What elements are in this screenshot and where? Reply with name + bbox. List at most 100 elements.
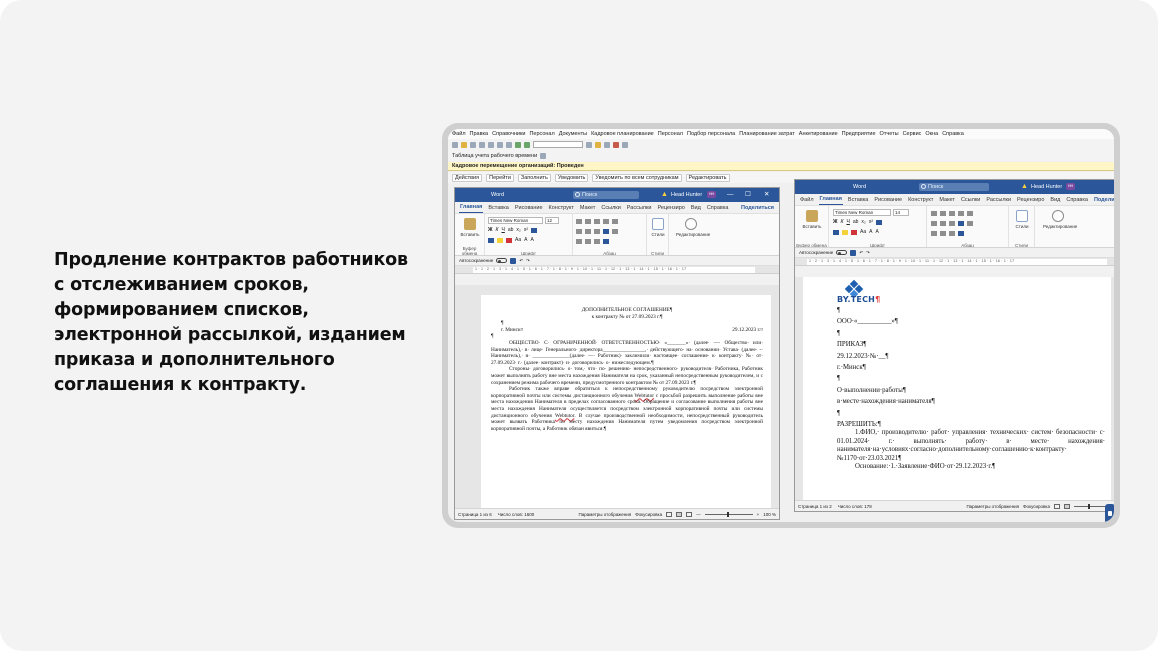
shading-icon[interactable]	[576, 239, 582, 244]
ribbon-tab[interactable]: Конструкт	[548, 204, 575, 213]
editing-button[interactable]: Редактирование	[1043, 224, 1077, 229]
borders-icon[interactable]	[940, 231, 946, 236]
focus-mode[interactable]: Фокусировка	[635, 512, 662, 517]
styles-icon[interactable]	[1016, 210, 1028, 222]
shrink-font-icon[interactable]: A	[530, 237, 533, 243]
strikethrough-icon[interactable]: ab	[853, 219, 859, 225]
subwindow-action-button[interactable]: Действия	[452, 173, 483, 182]
word-count[interactable]: Число слов: 1600	[498, 512, 535, 517]
align-left-icon[interactable]	[576, 229, 582, 234]
redo-icon[interactable]: ↷	[526, 258, 530, 264]
zoom-in-button[interactable]: +	[757, 512, 760, 517]
highlight-icon[interactable]	[497, 238, 503, 243]
shading-icon[interactable]	[931, 231, 937, 236]
zoom-out-button[interactable]: —	[696, 512, 701, 517]
text-effects-icon[interactable]	[833, 230, 839, 235]
calc-icon[interactable]	[595, 141, 601, 148]
avatar[interactable]: HH	[707, 191, 716, 198]
new-icon[interactable]	[452, 141, 458, 148]
ribbon-tab[interactable]: Файл	[799, 196, 815, 205]
warning-icon[interactable]: ▲	[1021, 183, 1028, 190]
read-mode-icon[interactable]	[666, 511, 673, 517]
menu-item[interactable]: Файл	[452, 131, 466, 137]
menu-item[interactable]: Кадровое планирование	[591, 131, 654, 137]
change-case-icon[interactable]: Aa	[515, 237, 521, 243]
menu-item[interactable]: Окна	[925, 131, 938, 137]
share-button[interactable]: Поделиться	[740, 204, 775, 213]
taskbar-app-icon[interactable]	[1105, 504, 1114, 522]
ribbon-tab[interactable]: Главная	[818, 195, 843, 205]
align-center-icon[interactable]	[940, 221, 946, 226]
dropdown-icon[interactable]	[540, 152, 547, 159]
subwindow-action-button[interactable]: Уведомить	[554, 173, 589, 182]
sort-icon[interactable]	[949, 231, 955, 236]
zoom-level[interactable]: 100 %	[763, 512, 776, 517]
share-button[interactable]: Подели	[1093, 196, 1114, 205]
line-spacing-icon[interactable]	[967, 221, 973, 226]
clear-format-icon[interactable]	[531, 228, 538, 233]
ribbon-tab[interactable]: Рецензиро	[1016, 196, 1045, 205]
menu-item[interactable]: Справка	[942, 131, 964, 137]
change-case-icon[interactable]: Aa	[860, 229, 866, 235]
timesheet-label[interactable]: Таблица учета рабочего времени	[452, 153, 537, 159]
pilcrow-icon[interactable]	[603, 239, 609, 244]
warning-icon[interactable]: ▲	[661, 191, 668, 198]
justify-icon[interactable]	[603, 229, 609, 234]
strikethrough-icon[interactable]: ab	[508, 227, 514, 233]
menu-item[interactable]: Правка	[470, 131, 489, 137]
ribbon-tab[interactable]: Главная	[459, 203, 484, 213]
ribbon-tab[interactable]: Справка	[1065, 196, 1089, 205]
subwindow-action-button[interactable]: Перейти	[486, 173, 514, 182]
menu-item[interactable]: Персонал	[658, 131, 683, 137]
undo-icon[interactable]	[515, 141, 521, 148]
styles-button[interactable]: Стили	[1007, 224, 1037, 229]
justify-icon[interactable]	[958, 221, 964, 226]
search-box[interactable]: Поиск	[919, 183, 989, 191]
bullets-icon[interactable]	[576, 219, 582, 224]
font-color-icon[interactable]	[851, 230, 857, 235]
print-layout-icon[interactable]	[1064, 503, 1070, 509]
italic-icon[interactable]: К	[496, 227, 499, 233]
host-search-input[interactable]	[533, 141, 583, 148]
decrease-indent-icon[interactable]	[958, 211, 964, 216]
editing-button[interactable]: Редактирование	[676, 232, 710, 237]
text-effects-icon[interactable]	[488, 238, 494, 243]
calendar-icon[interactable]	[604, 141, 610, 148]
undo-icon[interactable]: ↶	[859, 250, 863, 256]
menu-item[interactable]: Справочники	[492, 131, 525, 137]
numbering-icon[interactable]	[940, 211, 946, 216]
increase-indent-icon[interactable]	[612, 219, 618, 224]
ribbon-tab[interactable]: Рассылки	[626, 204, 653, 213]
subwindow-action-button[interactable]: Уведомить по всем сотрудникам	[592, 173, 682, 182]
align-right-icon[interactable]	[949, 221, 955, 226]
cut-icon[interactable]	[488, 141, 494, 148]
align-center-icon[interactable]	[585, 229, 591, 234]
redo-icon[interactable]	[524, 141, 530, 148]
save-icon[interactable]	[850, 249, 857, 256]
read-mode-icon[interactable]	[1054, 503, 1060, 509]
user-name[interactable]: Head Hunter	[671, 192, 702, 198]
decrease-indent-icon[interactable]	[603, 219, 609, 224]
maximize-button[interactable]: ☐	[745, 191, 751, 198]
save-icon[interactable]	[510, 257, 517, 264]
search-box[interactable]: Поиск	[573, 191, 639, 199]
highlight-icon[interactable]	[842, 230, 848, 235]
display-settings[interactable]: Параметры отображения	[579, 512, 632, 517]
ribbon-tab[interactable]: Конструкт	[907, 196, 934, 205]
bold-icon[interactable]: Ж	[833, 219, 838, 225]
web-layout-icon[interactable]	[686, 511, 693, 517]
window-icon[interactable]	[622, 141, 628, 148]
font-name-box[interactable]: Times New Roman	[833, 209, 891, 216]
paste-icon[interactable]	[464, 218, 476, 230]
superscript-icon[interactable]: x²	[869, 219, 873, 225]
word-count[interactable]: Число слов: 178	[838, 504, 872, 509]
zoom-slider[interactable]	[704, 511, 753, 517]
paste-icon[interactable]	[506, 141, 512, 148]
ribbon-tab[interactable]: Рисование	[873, 196, 903, 205]
underline-icon[interactable]: Ч	[846, 219, 849, 225]
multilevel-icon[interactable]	[949, 211, 955, 216]
zoom-thumb[interactable]	[726, 511, 729, 517]
print-icon[interactable]	[479, 141, 485, 148]
font-name-box[interactable]: Times New Roman	[488, 217, 543, 224]
ribbon-tab[interactable]: Рецензиро	[656, 204, 685, 213]
